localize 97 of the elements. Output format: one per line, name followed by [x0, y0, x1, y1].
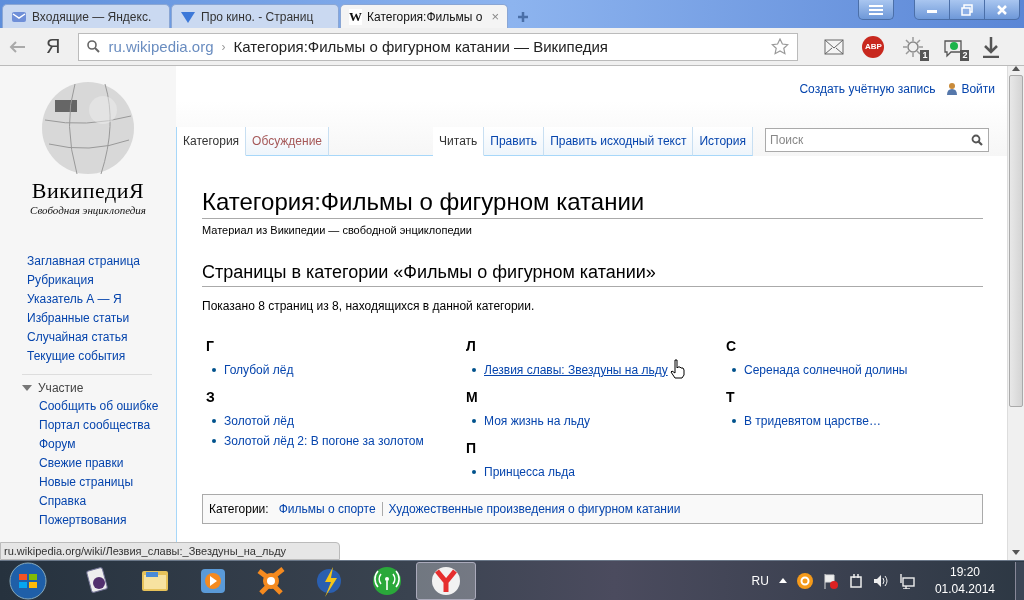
letter-heading: З: [206, 389, 216, 405]
article-link[interactable]: Серенада солнечной долины: [744, 363, 908, 377]
show-desktop-button[interactable]: [1015, 561, 1024, 600]
network-icon[interactable]: [898, 572, 915, 589]
section-heading: Страницы в категории «Фильмы о фигурном катании»: [202, 262, 983, 287]
status-url: ru.wikipedia.org/wiki/Лезвия_славы:_Звездуны_на_льду: [0, 542, 340, 560]
letter-heading: Г: [206, 338, 215, 354]
wiki-icon: W: [349, 8, 362, 25]
sidebar-link[interactable]: Форум: [39, 437, 173, 452]
article-link[interactable]: В тридевятом царстве…: [744, 414, 881, 428]
start-button[interactable]: [8, 561, 48, 600]
page-tab[interactable]: Править исходный текст: [544, 127, 694, 156]
bullet-icon: [472, 470, 476, 474]
browser-tab[interactable]: W Категория:Фильмы о ×: [340, 4, 508, 28]
sidebar-link[interactable]: Указатель А — Я: [27, 292, 176, 307]
yandex-button[interactable]: Я: [46, 35, 61, 58]
category-link[interactable]: Художественные произведения о фигурном катании: [381, 502, 687, 516]
letter-heading: С: [726, 338, 738, 354]
address-domain: ru.wikipedia.org: [108, 38, 214, 55]
count-badge: 1: [920, 49, 930, 61]
search-icon: [87, 40, 101, 53]
bullet-icon: [212, 419, 216, 423]
bookmark-star-icon[interactable]: [771, 38, 790, 55]
letter-heading: Т: [726, 389, 736, 405]
avast-icon[interactable]: [256, 566, 286, 595]
media-player-icon[interactable]: [201, 568, 225, 593]
folder-icon[interactable]: [142, 570, 168, 591]
create-account-link[interactable]: Создать учётную запись: [799, 77, 936, 101]
envelope-icon: [11, 9, 27, 24]
login-link[interactable]: Войти: [947, 77, 995, 101]
scroll-down-icon[interactable]: [1012, 550, 1020, 555]
sidebar-link[interactable]: Портал сообщества: [39, 418, 173, 433]
speaker-icon[interactable]: [872, 573, 889, 588]
sidebar-link[interactable]: Новые страницы: [39, 475, 173, 490]
hand-cursor-icon: [669, 359, 686, 379]
breadcrumb-separator: ›: [221, 39, 226, 54]
clock-date[interactable]: 01.04.2014: [934, 582, 995, 596]
tray-expand-icon[interactable]: [778, 578, 787, 583]
wikipedia-wordmark: ВикипедиЯ: [31, 178, 145, 204]
lightning-globe-icon[interactable]: [317, 566, 341, 597]
count-badge: 2: [960, 49, 970, 61]
caret-icon: [22, 385, 32, 391]
download-icon[interactable]: [982, 35, 1001, 58]
user-icon: [947, 83, 958, 95]
bullet-icon: [732, 419, 736, 423]
browser-tab[interactable]: Входящие — Яндекс.: [2, 4, 170, 28]
flag-icon[interactable]: [822, 572, 839, 589]
page-tab[interactable]: Обсуждение: [246, 127, 330, 156]
sidebar-link[interactable]: Заглавная страница: [27, 254, 176, 269]
page-title: Категория:Фильмы о фигурном катании: [202, 188, 983, 219]
article-link[interactable]: Золотой лёд: [224, 414, 294, 428]
page-subtitle: Материал из Википедии — свободной энциклопедии: [202, 224, 473, 236]
envelope-icon[interactable]: [824, 38, 845, 55]
ring-icon[interactable]: [796, 572, 813, 589]
clock-time[interactable]: 19:20: [949, 565, 980, 579]
sidebar-link[interactable]: Случайная статья: [27, 330, 176, 345]
bullet-icon: [732, 368, 736, 372]
page-title-text: Категория:Фильмы о фигурном катании — Википедия: [233, 38, 608, 55]
portlet-heading[interactable]: Участие: [22, 374, 152, 395]
letter-heading: М: [466, 389, 479, 405]
power-plug-icon[interactable]: [848, 572, 863, 589]
page-tab[interactable]: Править: [484, 127, 545, 156]
wikipedia-tagline: Свободная энциклопедия: [30, 204, 146, 216]
address-bar[interactable]: ru.wikipedia.org › Категория:Фильмы о фигурном катании — Википедия: [78, 32, 799, 61]
adblock-button[interactable]: ABP: [862, 35, 885, 58]
wireless-icon[interactable]: [373, 566, 401, 595]
sun-icon[interactable]: [902, 35, 925, 58]
article-link[interactable]: Моя жизнь на льду: [484, 414, 590, 428]
article-link[interactable]: Золотой лёд 2: В погоне за золотом: [224, 434, 424, 448]
page-tab[interactable]: Читать: [433, 127, 485, 156]
bullet-icon: [472, 419, 476, 423]
browser-tab[interactable]: Про кино. - Страниц: [171, 4, 339, 28]
article-link[interactable]: Лезвия славы: Звездуны на льду: [484, 363, 668, 377]
bullet-icon: [212, 368, 216, 372]
search-field[interactable]: Поиск: [765, 128, 989, 152]
scrollbar[interactable]: [1007, 66, 1024, 560]
sidebar-link[interactable]: Справка: [39, 494, 173, 509]
categories-label: Категории:: [209, 502, 270, 516]
letter-heading: П: [466, 440, 478, 456]
sidebar-link[interactable]: Рубрикация: [27, 273, 176, 288]
language-indicator[interactable]: RU: [751, 573, 769, 588]
search-icon[interactable]: [971, 134, 983, 146]
sidebar-link[interactable]: Избранные статьи: [27, 311, 176, 326]
sidebar-link[interactable]: Свежие правки: [39, 456, 173, 471]
sidebar-link[interactable]: Сообщить об ошибке: [39, 399, 173, 414]
article-link[interactable]: Принцесса льда: [484, 465, 575, 479]
sidebar-link[interactable]: Текущие события: [27, 349, 176, 364]
page-tab[interactable]: Категория: [177, 127, 247, 156]
yandex-browser-icon[interactable]: [432, 566, 460, 595]
article-link[interactable]: Голубой лёд: [224, 363, 294, 377]
letter-heading: Л: [466, 338, 477, 354]
page-count-text: Показано 8 страниц из 8, находящихся в данной категории.: [202, 299, 536, 313]
category-link[interactable]: Фильмы о спорте: [272, 502, 382, 516]
bullet-icon: [212, 439, 216, 443]
sidebar-link[interactable]: Пожертвования: [39, 513, 173, 528]
bullet-icon: [472, 368, 476, 372]
page-tab[interactable]: История: [693, 127, 753, 156]
